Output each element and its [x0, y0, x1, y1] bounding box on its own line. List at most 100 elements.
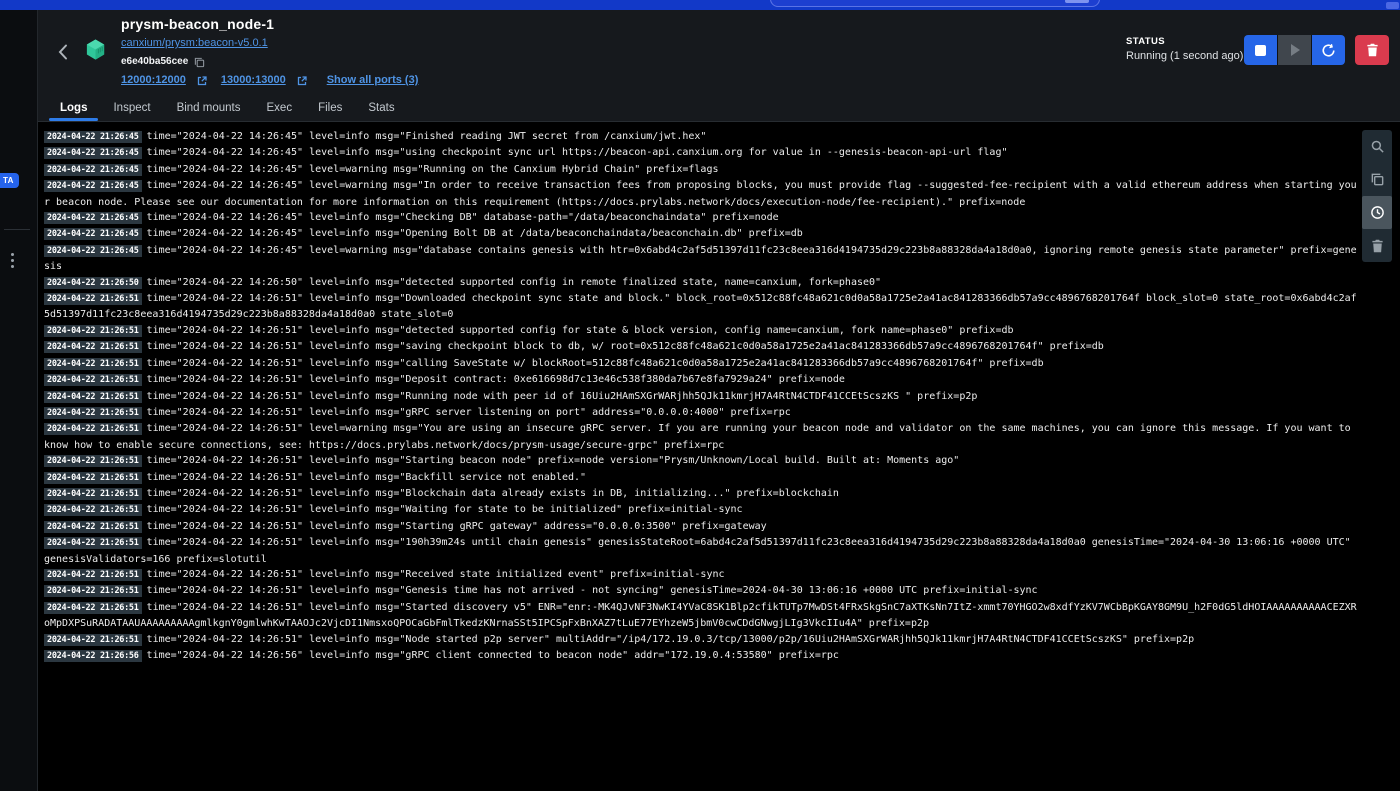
log-message: time="2024-04-22 14:26:51" level=info ms… [147, 455, 960, 466]
log-search-button[interactable] [1362, 130, 1392, 163]
log-line: 2024-04-22 21:26:51time="2024-04-22 14:2… [44, 421, 1360, 453]
log-message: time="2024-04-22 14:26:51" level=info ms… [147, 341, 1104, 352]
sidebar-menu-icon[interactable] [11, 253, 14, 268]
port-link-13000[interactable]: 13000:13000 [221, 74, 286, 87]
log-line: 2024-04-22 21:26:51 time="2024-04-22 14:2… [44, 486, 1360, 502]
log-line: 2024-04-22 21:26:45 time="2024-04-22 14:2… [44, 226, 1360, 242]
left-sidebar: TA [0, 10, 38, 791]
image-link[interactable]: canxium/prysm:beacon-v5.0.1 [121, 37, 268, 50]
start-button[interactable] [1278, 35, 1311, 65]
log-timestamp: 2024-04-22 21:26:51 [44, 504, 142, 516]
log-timestamp: 2024-04-22 21:26:45 [44, 164, 142, 176]
tab-stats[interactable]: Stats [355, 94, 407, 121]
log-timestamp: 2024-04-22 21:26:51 [44, 537, 142, 549]
show-all-ports-link[interactable]: Show all ports (3) [327, 74, 419, 87]
log-line: 2024-04-22 21:26:51time="2024-04-22 14:2… [44, 519, 1360, 535]
log-timestamp: 2024-04-22 21:26:51 [44, 569, 142, 581]
log-message: time="2024-04-22 14:26:45" level=warning… [44, 245, 1357, 272]
log-line: 2024-04-22 21:26:51 time="2024-04-22 14:2… [44, 502, 1360, 518]
log-message: time="2024-04-22 14:26:51" level=info ms… [44, 293, 1357, 320]
log-line: 2024-04-22 21:26:51time="2024-04-22 14:2… [44, 356, 1360, 372]
log-timestamp: 2024-04-22 21:26:50 [44, 277, 142, 289]
sidebar-divider [4, 229, 30, 230]
log-timestamp: 2024-04-22 21:26:51 [44, 341, 142, 353]
log-message: time="2024-04-22 14:26:51" level=info ms… [147, 488, 839, 499]
search-icon [1370, 139, 1385, 154]
log-message: time="2024-04-22 14:26:51" level=info ms… [147, 521, 767, 532]
external-link-icon[interactable] [297, 76, 307, 86]
log-line: 2024-04-22 21:26:45time="2024-04-22 14:2… [44, 178, 1360, 210]
page-title: prysm-beacon_node-1 [121, 15, 418, 33]
status-block: STATUS Running (1 second ago) [1126, 36, 1243, 62]
log-line: 2024-04-22 21:26:51 time="2024-04-22 14:2… [44, 470, 1360, 486]
log-message: time="2024-04-22 14:26:45" level=warning… [44, 180, 1357, 207]
play-icon [1291, 44, 1300, 56]
log-message: time="2024-04-22 14:26:51" level=info ms… [147, 569, 725, 580]
log-line: 2024-04-22 21:26:51time="2024-04-22 14:2… [44, 583, 1360, 599]
titlebar-control[interactable] [1386, 2, 1399, 9]
log-timestamp: 2024-04-22 21:26:51 [44, 455, 142, 467]
log-timestamp: 2024-04-22 21:26:51 [44, 634, 142, 646]
log-clear-button[interactable] [1362, 229, 1392, 262]
log-timestamp: 2024-04-22 21:26:51 [44, 488, 142, 500]
log-message: time="2024-04-22 14:26:56" level=info ms… [147, 650, 839, 661]
log-message: time="2024-04-22 14:26:51" level=info ms… [147, 391, 978, 402]
tab-logs[interactable]: Logs [47, 94, 100, 121]
external-link-icon[interactable] [197, 76, 207, 86]
stop-button[interactable] [1244, 35, 1277, 65]
log-message: time="2024-04-22 14:26:51" level=info ms… [147, 634, 1195, 645]
beta-badge: TA [0, 173, 19, 188]
log-line: 2024-04-22 21:26:51 time="2024-04-22 14:2… [44, 453, 1360, 469]
log-line: 2024-04-22 21:26:45 time="2024-04-22 14:2… [44, 210, 1360, 226]
container-id: e6e40ba56cee [121, 56, 188, 68]
restart-button[interactable] [1312, 35, 1345, 65]
tab-files[interactable]: Files [305, 94, 355, 121]
log-timestamp: 2024-04-22 21:26:51 [44, 293, 142, 305]
log-copy-button[interactable] [1362, 163, 1392, 196]
back-button[interactable] [55, 40, 71, 64]
log-message: time="2024-04-22 14:26:51" level=warning… [44, 423, 1351, 450]
container-header: prysm-beacon_node-1 canxium/prysm:beacon… [38, 10, 1400, 94]
log-timestamp: 2024-04-22 21:26:51 [44, 472, 142, 484]
chevron-left-icon [58, 44, 68, 60]
container-cube-icon [84, 38, 107, 61]
log-timestamp: 2024-04-22 21:26:51 [44, 374, 142, 386]
log-line: 2024-04-22 21:26:51 time="2024-04-22 14:2… [44, 339, 1360, 355]
log-timestamp: 2024-04-22 21:26:51 [44, 585, 142, 597]
log-message: time="2024-04-22 14:26:51" level=info ms… [147, 358, 1044, 369]
status-label: STATUS [1126, 36, 1243, 47]
log-timestamp: 2024-04-22 21:26:51 [44, 325, 142, 337]
log-message: time="2024-04-22 14:26:51" level=info ms… [147, 472, 587, 483]
clock-icon [1370, 205, 1385, 220]
log-timestamp: 2024-04-22 21:26:45 [44, 147, 142, 159]
tab-exec[interactable]: Exec [254, 94, 306, 121]
log-output[interactable]: 2024-04-22 21:26:45time="2024-04-22 14:2… [38, 122, 1400, 664]
trash-icon [1371, 239, 1384, 253]
log-line: 2024-04-22 21:26:51time="2024-04-22 14:2… [44, 372, 1360, 388]
log-message: time="2024-04-22 14:26:45" level=info ms… [147, 147, 1008, 158]
tab-bind-mounts[interactable]: Bind mounts [164, 94, 254, 121]
log-message: time="2024-04-22 14:26:51" level=info ms… [44, 537, 1351, 564]
delete-button[interactable] [1355, 35, 1389, 65]
log-message: time="2024-04-22 14:26:45" level=warning… [147, 164, 719, 175]
log-message: time="2024-04-22 14:26:45" level=info ms… [147, 228, 803, 239]
log-line: 2024-04-22 21:26:45 time="2024-04-22 14:2… [44, 145, 1360, 161]
log-timestamp: 2024-04-22 21:26:45 [44, 245, 142, 257]
log-message: time="2024-04-22 14:26:51" level=info ms… [147, 504, 743, 515]
log-line: 2024-04-22 21:26:51time="2024-04-22 14:2… [44, 405, 1360, 421]
log-message: time="2024-04-22 14:26:45" level=info ms… [147, 212, 779, 223]
log-timestamp: 2024-04-22 21:26:45 [44, 228, 142, 240]
log-message: time="2024-04-22 14:26:51" level=info ms… [147, 325, 1014, 336]
tab-inspect[interactable]: Inspect [100, 94, 163, 121]
copy-icon [194, 57, 205, 68]
restart-icon [1321, 43, 1336, 58]
log-line: 2024-04-22 21:26:51 time="2024-04-22 14:2… [44, 323, 1360, 339]
log-timestamp: 2024-04-22 21:26:51 [44, 423, 142, 435]
log-timestamp: 2024-04-22 21:26:45 [44, 212, 142, 224]
port-link-12000[interactable]: 12000:12000 [121, 74, 186, 87]
log-message: time="2024-04-22 14:26:50" level=info ms… [147, 277, 882, 288]
copy-id-button[interactable] [194, 57, 205, 68]
log-line: 2024-04-22 21:26:51time="2024-04-22 14:2… [44, 389, 1360, 405]
log-timestamps-button[interactable] [1362, 196, 1392, 229]
global-search-bar[interactable] [770, 0, 1100, 7]
